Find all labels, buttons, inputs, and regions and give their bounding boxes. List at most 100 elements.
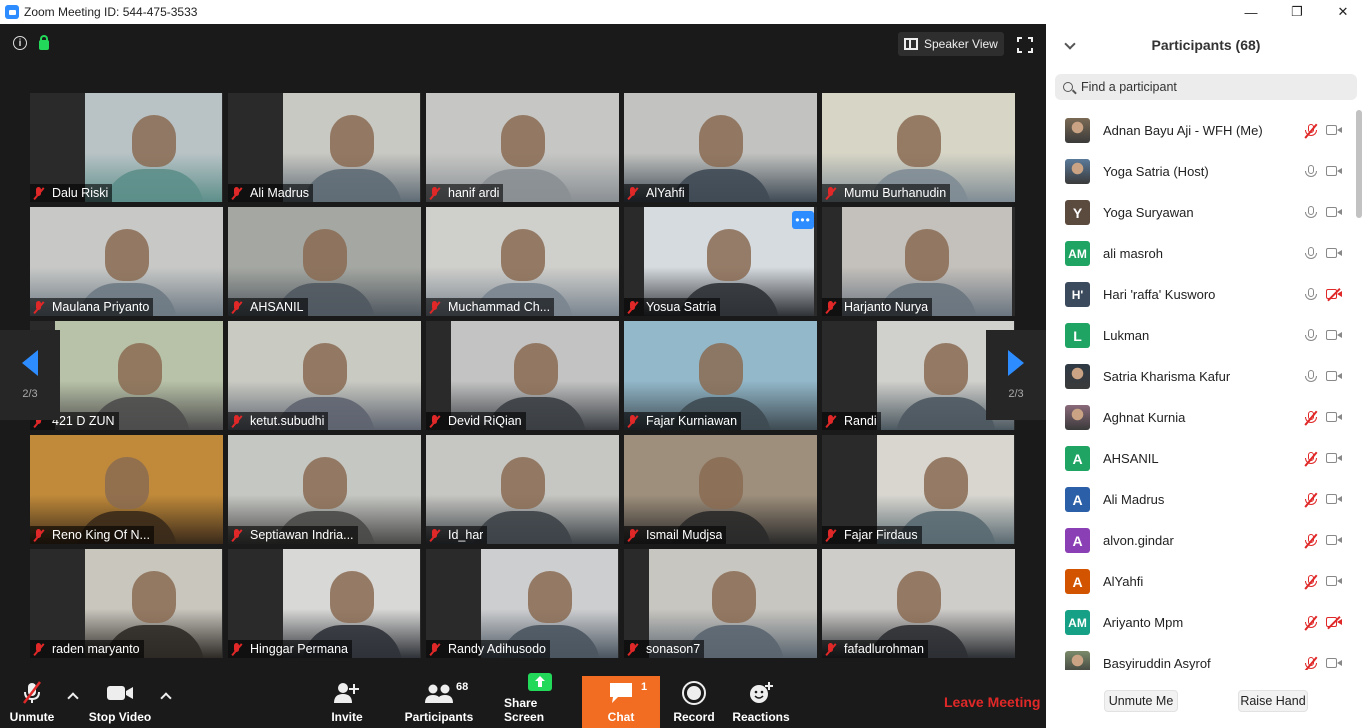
participant-row[interactable]: A Ali Madrus xyxy=(1046,479,1356,520)
unmute-button[interactable]: Unmute xyxy=(6,676,58,728)
video-tile[interactable]: Dalu Riski xyxy=(30,93,223,202)
participant-name: Hari 'raffa' Kusworo xyxy=(1103,287,1216,302)
video-camera-icon xyxy=(1326,166,1343,177)
tile-name-label: Randy Adihusodo xyxy=(426,640,550,658)
participant-row[interactable]: Aalvon.gindar xyxy=(1046,520,1356,561)
encryption-lock-icon[interactable] xyxy=(39,35,49,50)
scrollbar-thumb[interactable] xyxy=(1356,110,1362,218)
participant-name: 421 D ZUN xyxy=(52,414,115,428)
video-tile[interactable]: Muchammad Ch... xyxy=(426,207,619,316)
video-tile[interactable]: raden maryanto xyxy=(30,549,223,658)
participant-row[interactable]: Yoga Satria (Host) xyxy=(1046,151,1356,192)
stop-video-button[interactable]: Stop Video xyxy=(88,676,152,728)
reactions-button[interactable]: Reactions xyxy=(732,676,790,728)
tile-name-label: AHSANIL xyxy=(228,298,308,316)
video-tile[interactable]: Reno King Of N... xyxy=(30,435,223,544)
participant-silhouette xyxy=(527,571,572,623)
share-screen-button[interactable]: Share Screen xyxy=(504,673,576,728)
video-tile[interactable]: sonason7 xyxy=(624,549,817,658)
participant-name: Reno King Of N... xyxy=(52,528,150,542)
participant-silhouette xyxy=(500,229,545,281)
tile-name-label: Fajar Firdaus xyxy=(822,526,922,544)
tile-name-label: raden maryanto xyxy=(30,640,144,658)
speaker-view-button[interactable]: Speaker View xyxy=(898,32,1004,56)
participant-row[interactable]: H' Hari 'raffa' Kusworo xyxy=(1046,274,1356,315)
tile-name-label: Devid RiQian xyxy=(426,412,526,430)
video-tile[interactable]: Id_har xyxy=(426,435,619,544)
mic-muted-icon xyxy=(1305,615,1317,630)
video-tile[interactable]: Randy Adihusodo xyxy=(426,549,619,658)
video-tile[interactable]: Maulana Priyanto xyxy=(30,207,223,316)
video-tile[interactable]: Hinggar Permana xyxy=(228,549,421,658)
participant-search-input[interactable]: Find a participant xyxy=(1055,74,1357,100)
avatar: Y xyxy=(1065,200,1090,225)
video-tile[interactable]: ketut.subudhi xyxy=(228,321,421,430)
meeting-info-icon[interactable]: i xyxy=(13,36,27,50)
minimize-button[interactable]: — xyxy=(1228,0,1274,24)
mic-muted-icon xyxy=(1305,656,1317,671)
mic-muted-icon xyxy=(825,642,837,656)
participant-row[interactable]: AM ali masroh xyxy=(1046,233,1356,274)
record-icon xyxy=(679,680,709,706)
participant-row[interactable]: Adnan Bayu Aji - WFH (Me) xyxy=(1046,110,1356,151)
video-tile[interactable]: Ismail Mudjsa xyxy=(624,435,817,544)
mic-muted-icon xyxy=(33,642,45,656)
maximize-button[interactable]: ❐ xyxy=(1274,0,1320,24)
mic-muted-icon xyxy=(429,414,441,428)
close-button[interactable]: ✕ xyxy=(1320,0,1366,24)
avatar: AM xyxy=(1065,241,1090,266)
video-tile[interactable]: Ali Madrus xyxy=(228,93,421,202)
video-tile[interactable]: Fajar Firdaus xyxy=(822,435,1015,544)
audio-options-caret-icon[interactable] xyxy=(67,692,79,704)
more-options-icon[interactable]: ••• xyxy=(792,211,814,229)
mic-muted-icon xyxy=(231,642,243,656)
unmute-me-button[interactable]: Unmute Me xyxy=(1104,690,1178,712)
share-screen-label: Share Screen xyxy=(504,696,545,724)
tile-name-label: Ismail Mudjsa xyxy=(624,526,727,544)
participant-row[interactable]: L Lukman xyxy=(1046,315,1356,356)
page-indicator-left: 2/3 xyxy=(22,388,38,400)
mic-muted-icon xyxy=(825,528,837,542)
video-tile[interactable]: fafadlurohman xyxy=(822,549,1015,658)
participant-row[interactable]: Y Yoga Suryawan xyxy=(1046,192,1356,233)
video-tile[interactable]: AHSANIL xyxy=(228,207,421,316)
participant-name: AlYahfi xyxy=(1103,574,1144,589)
video-tile[interactable]: Harjanto Nurya xyxy=(822,207,1015,316)
participant-name: Ariyanto Mpm xyxy=(1103,615,1184,630)
participant-row[interactable]: Aghnat Kurnia xyxy=(1046,397,1356,438)
tile-name-label: Yosua Satria xyxy=(624,298,721,316)
video-tile[interactable]: AlYahfi xyxy=(624,93,817,202)
previous-page-button[interactable]: 2/3 xyxy=(0,330,60,420)
participant-row[interactable]: A AHSANIL xyxy=(1046,438,1356,479)
tile-name-label: Maulana Priyanto xyxy=(30,298,154,316)
video-tile[interactable]: Yosua Satria ••• xyxy=(624,207,817,316)
next-page-button[interactable]: 2/3 xyxy=(986,330,1046,420)
fullscreen-icon[interactable] xyxy=(1017,37,1033,53)
participant-row[interactable]: AM Ariyanto Mpm xyxy=(1046,602,1356,643)
avatar: AM xyxy=(1065,610,1090,635)
video-tile[interactable]: Fajar Kurniawan xyxy=(624,321,817,430)
participant-silhouette xyxy=(923,457,968,509)
participant-silhouette xyxy=(698,343,743,395)
tile-name-label: Ali Madrus xyxy=(228,184,314,202)
leave-meeting-button[interactable]: Leave Meeting xyxy=(944,694,1040,710)
video-tile[interactable]: Septiawan Indria... xyxy=(228,435,421,544)
video-tile[interactable]: Devid RiQian xyxy=(426,321,619,430)
chat-button[interactable]: Chat xyxy=(582,676,660,728)
chat-bubble-icon xyxy=(606,680,636,706)
participant-row[interactable]: Basyiruddin Asyrof xyxy=(1046,643,1356,670)
record-button[interactable]: Record xyxy=(673,676,715,728)
participant-name: Maulana Priyanto xyxy=(52,300,150,314)
video-tile[interactable]: Mumu Burhanudin xyxy=(822,93,1015,202)
participant-row[interactable]: Satria Kharisma Kafur xyxy=(1046,356,1356,397)
participant-list-scrollbar[interactable] xyxy=(1356,110,1362,670)
video-camera-icon xyxy=(1326,248,1343,259)
participants-panel-title: Participants (68) xyxy=(1151,37,1261,53)
raise-hand-button[interactable]: Raise Hand xyxy=(1238,690,1308,712)
invite-button[interactable]: Invite xyxy=(326,676,368,728)
participant-row[interactable]: A AlYahfi xyxy=(1046,561,1356,602)
participant-name: Id_har xyxy=(448,528,484,542)
avatar: A xyxy=(1065,569,1090,594)
video-tile[interactable]: hanif ardi xyxy=(426,93,619,202)
video-options-caret-icon[interactable] xyxy=(160,692,172,704)
